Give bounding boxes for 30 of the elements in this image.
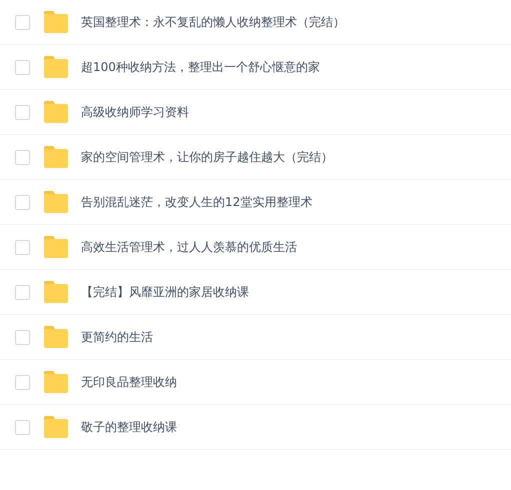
folder-icon [43,326,69,348]
checkbox[interactable] [15,104,30,120]
checkbox[interactable] [15,420,30,434]
folder-icon [43,416,69,438]
folder-icon [43,11,69,33]
folder-name[interactable]: 无印良品整理收纳 [81,374,177,390]
folder-icon [43,191,69,213]
folder-name[interactable]: 更简约的生活 [81,328,153,346]
folder-icon [43,101,69,123]
folder-name[interactable]: 英国整理术：永不复乱的懒人收纳整理术（完结） [81,14,345,30]
folder-icon [43,281,69,303]
folder-name[interactable]: 高效生活管理术，过人人羡慕的优质生活 [81,238,297,256]
checkbox[interactable] [15,284,30,300]
folder-name[interactable]: 超100种收纳方法，整理出一个舒心惬意的家 [81,58,320,76]
folder-icon [43,236,69,258]
folder-icon [43,371,69,393]
folder-icon [43,146,69,168]
checkbox[interactable] [15,60,30,74]
checkbox[interactable] [15,240,30,254]
checkbox[interactable] [15,374,30,390]
checkbox[interactable] [15,330,30,344]
checkbox[interactable] [15,14,30,30]
folder-name[interactable]: 敬子的整理收纳课 [81,418,177,436]
folder-name[interactable]: 告别混乱迷茫，改变人生的12堂实用整理术 [81,194,312,210]
checkbox[interactable] [15,150,30,164]
folder-name[interactable]: 家的空间管理术，让你的房子越住越大（完结） [81,148,333,166]
folder-icon [43,56,69,78]
folder-name[interactable]: 高级收纳师学习资料 [81,104,189,120]
folder-name[interactable]: 【完结】风靡亚洲的家居收纳课 [81,284,249,300]
checkbox[interactable] [15,194,30,210]
